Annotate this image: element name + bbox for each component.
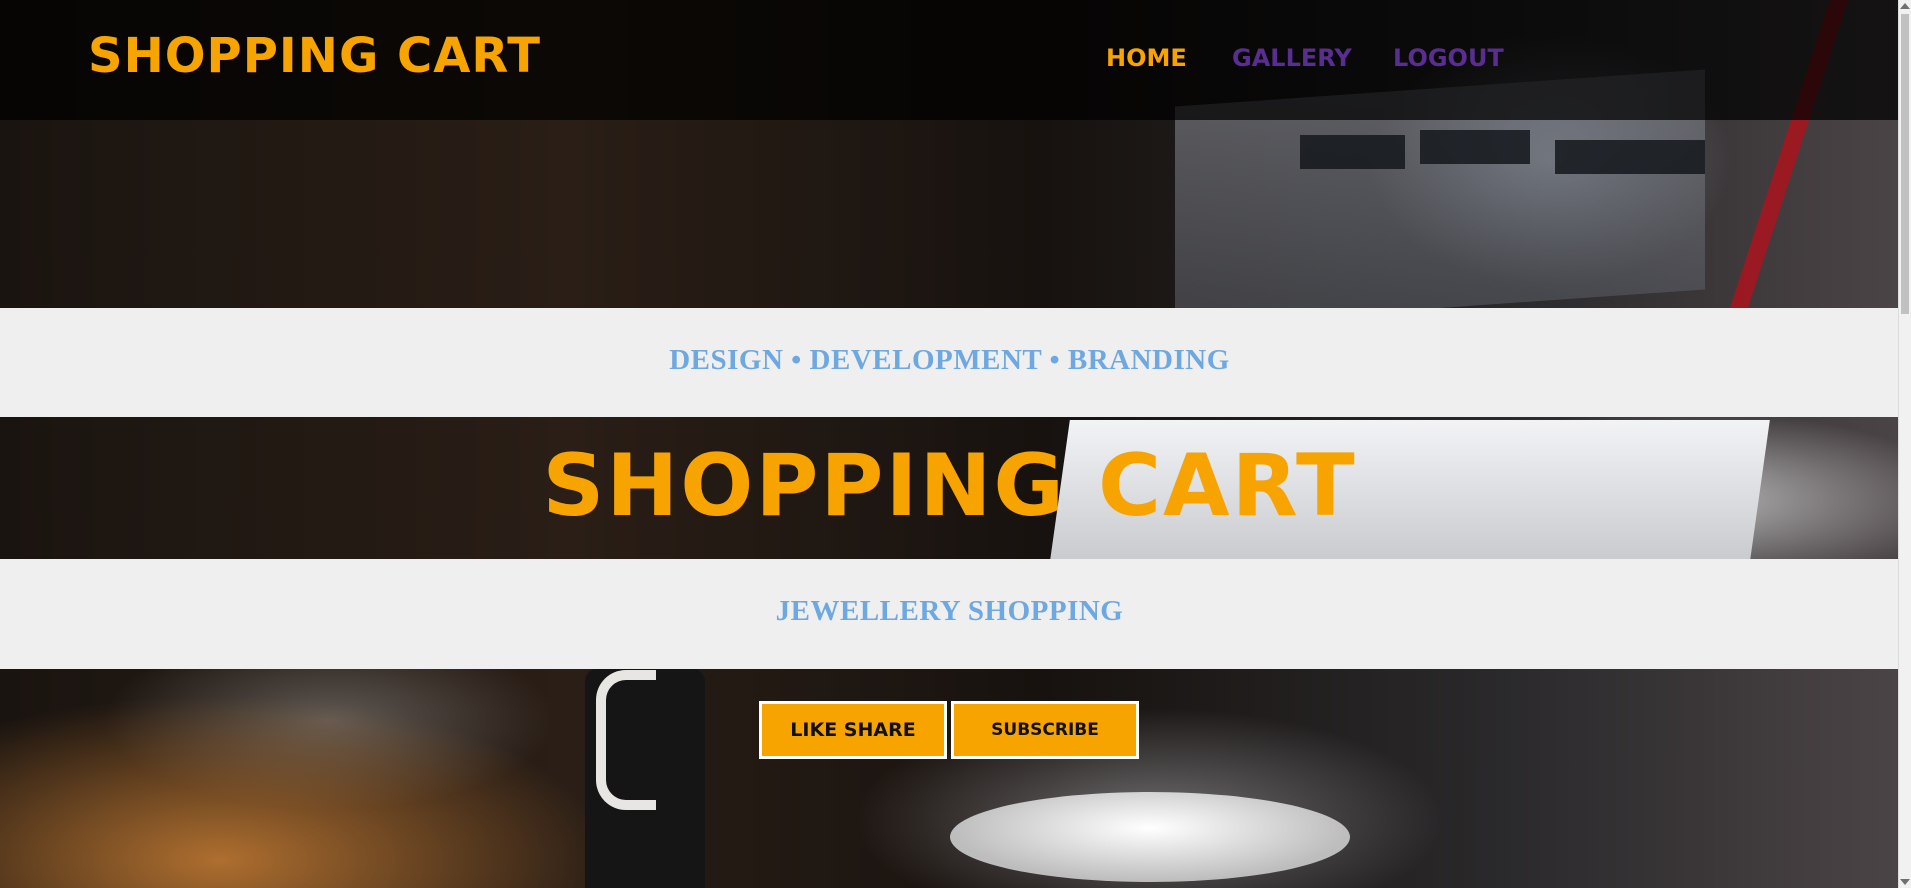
scroll-down-icon[interactable]	[1900, 879, 1910, 885]
nav-link-logout[interactable]: LOGOUT	[1393, 44, 1504, 72]
tagline-band: DESIGN • DEVELOPMENT • BRANDING	[0, 308, 1899, 417]
nav-link-home[interactable]: HOME	[1106, 44, 1187, 72]
page-scrollbar[interactable]	[1898, 0, 1911, 888]
background-monitor-detail	[1555, 140, 1705, 174]
subscribe-button[interactable]: SUBSCRIBE	[951, 701, 1139, 759]
scrollbar-thumb[interactable]	[1901, 14, 1909, 314]
background-monitor-detail	[1300, 135, 1405, 169]
background-monitor-detail	[1420, 130, 1530, 164]
tagline-text: DESIGN • DEVELOPMENT • BRANDING	[669, 344, 1230, 376]
background-mouse	[950, 792, 1350, 882]
brand-logo[interactable]: SHOPPING CART	[88, 28, 541, 84]
hero-title: SHOPPING CART	[542, 436, 1357, 536]
top-navbar: SHOPPING CART HOME GALLERY LOGOUT	[0, 0, 1899, 120]
like-share-button[interactable]: LIKE SHARE	[759, 701, 947, 759]
subheading-text: JEWELLERY SHOPPING	[775, 595, 1124, 627]
subheading-band: JEWELLERY SHOPPING	[0, 559, 1899, 669]
nav-link-gallery[interactable]: GALLERY	[1232, 44, 1352, 72]
background-mug-handle	[596, 670, 656, 810]
scroll-up-icon[interactable]	[1900, 3, 1910, 9]
